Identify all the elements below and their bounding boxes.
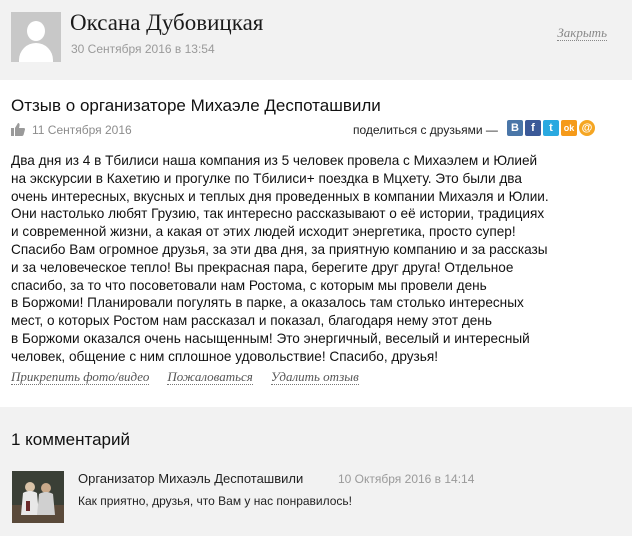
facebook-icon[interactable]: f <box>525 120 541 136</box>
twitter-icon[interactable]: t <box>543 120 559 136</box>
comment-author[interactable]: Организатор Михаэль Деспоташвили <box>78 471 303 486</box>
review-title: Отзыв о организаторе Михаэле Деспоташвил… <box>11 96 381 115</box>
complain-link[interactable]: Пожаловаться <box>167 370 253 385</box>
odnoklassniki-icon[interactable]: ok <box>561 120 577 136</box>
review-line: в Боржоми! Планировали погулять в парке,… <box>11 295 524 311</box>
vk-icon[interactable]: В <box>507 120 523 136</box>
user-post-date: 30 Сентября 2016 в 13:54 <box>71 42 215 56</box>
review-header: Оксана Дубовицкая 30 Сентября 2016 в 13:… <box>0 0 632 80</box>
share-label: поделиться с друзьями — <box>353 123 498 137</box>
review-line: мест, о которых Ростом нам рассказал и п… <box>11 313 492 329</box>
avatar-placeholder-head <box>27 21 45 41</box>
close-button[interactable]: Закрыть <box>557 26 607 41</box>
review-card: Отзыв о организаторе Михаэле Деспоташвил… <box>0 80 632 407</box>
review-line: в Боржоми оказался очень насыщенным! Это… <box>11 330 530 346</box>
comments-title: 1 комментарий <box>11 430 130 449</box>
review-line: Два дня из 4 в Тбилиси наша компания из … <box>11 153 538 168</box>
thumbs-up-icon[interactable] <box>11 123 25 136</box>
review-line: на экскурсии в Кахетию и прогулке по Тби… <box>11 170 522 186</box>
comment-date: 10 Октября 2016 в 14:14 <box>338 472 475 486</box>
attach-photo-link[interactable]: Прикрепить фото/видео <box>11 370 150 385</box>
review-line: очень интересных, вкусных и теплых дня п… <box>11 188 549 204</box>
review-body: Два дня из 4 в Тбилиси наша компания из … <box>11 152 611 366</box>
commenter-avatar[interactable] <box>12 471 64 523</box>
commenter-photo <box>12 471 64 523</box>
review-line: Они настолько любят Грузию, так интересн… <box>11 206 545 222</box>
review-line: и современной жизни, а какая от этих люд… <box>11 224 516 240</box>
comment-text: Как приятно, друзья, что Вам у нас понра… <box>78 494 353 508</box>
user-avatar[interactable] <box>11 12 61 62</box>
review-actions: Прикрепить фото/видео Пожаловаться Удали… <box>11 370 359 385</box>
review-line: и за человеческое тепло! Вы прекрасная п… <box>11 259 514 275</box>
review-line: человек, общение с ним сплошное удовольс… <box>11 348 439 364</box>
user-name[interactable]: Оксана Дубовицкая <box>70 10 263 36</box>
share-icons: В f t ok @ <box>507 120 595 136</box>
delete-review-link[interactable]: Удалить отзыв <box>270 370 359 385</box>
review-line: Спасибо Вам огромное друзья, за эти два … <box>11 241 548 257</box>
mail-ru-icon[interactable]: @ <box>579 120 595 136</box>
review-date: 11 Сентября 2016 <box>32 123 132 137</box>
review-line: спасибо, за то что посоветовали нам Рост… <box>11 277 487 293</box>
avatar-placeholder-body <box>19 43 53 62</box>
